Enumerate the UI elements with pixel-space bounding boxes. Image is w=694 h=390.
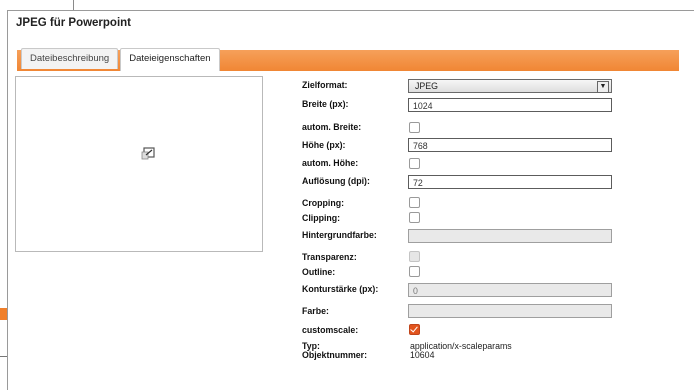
autom-hoehe-checkbox[interactable] bbox=[409, 158, 420, 169]
label-farbe: Farbe: bbox=[302, 306, 329, 316]
label-zielformat: Zielformat: bbox=[302, 80, 348, 90]
label-autom-hoehe: autom. Höhe: bbox=[302, 158, 359, 168]
tab-dateieigenschaften[interactable]: Dateieigenschaften bbox=[120, 48, 220, 72]
label-konturstaerke: Konturstärke (px): bbox=[302, 284, 379, 294]
tab-dateibeschreibung[interactable]: Dateibeschreibung bbox=[21, 48, 119, 69]
aufloesung-input[interactable]: 72 bbox=[408, 175, 612, 189]
farbe-input[interactable] bbox=[408, 304, 612, 318]
label-clipping: Clipping: bbox=[302, 213, 341, 223]
chevron-down-icon[interactable]: ▼ bbox=[597, 81, 609, 93]
label-breite: Breite (px): bbox=[302, 99, 349, 109]
background-area bbox=[0, 0, 694, 8]
label-hintergrundfarbe: Hintergrundfarbe: bbox=[302, 230, 377, 240]
image-icon bbox=[141, 147, 155, 160]
label-aufloesung: Auflösung (dpi): bbox=[302, 176, 370, 186]
objektnummer-value: 10604 bbox=[410, 350, 435, 360]
label-cropping: Cropping: bbox=[302, 198, 345, 208]
transparenz-checkbox[interactable] bbox=[409, 251, 420, 262]
outline-checkbox[interactable] bbox=[409, 266, 420, 277]
konturstaerke-input[interactable]: 0 bbox=[408, 283, 612, 297]
customscale-checkbox[interactable] bbox=[409, 324, 420, 335]
label-customscale: customscale: bbox=[302, 325, 359, 335]
zielformat-select[interactable]: JPEG ▼ bbox=[408, 79, 612, 93]
label-transparenz: Transparenz: bbox=[302, 252, 357, 262]
dialog-title: JPEG für Powerpoint bbox=[16, 17, 132, 29]
label-objektnummer: Objektnummer: bbox=[302, 350, 368, 360]
autom-breite-checkbox[interactable] bbox=[409, 122, 420, 133]
zielformat-value: JPEG bbox=[415, 81, 438, 91]
image-preview bbox=[15, 76, 263, 252]
hintergrundfarbe-input[interactable] bbox=[408, 229, 612, 243]
hoehe-input[interactable]: 768 bbox=[408, 138, 612, 152]
breite-input[interactable]: 1024 bbox=[408, 98, 612, 112]
label-autom-breite: autom. Breite: bbox=[302, 122, 362, 132]
tab-strip: Dateibeschreibung Dateieigenschaften bbox=[21, 48, 222, 72]
cropping-checkbox[interactable] bbox=[409, 197, 420, 208]
clipping-checkbox[interactable] bbox=[409, 212, 420, 223]
label-outline: Outline: bbox=[302, 267, 336, 277]
label-hoehe: Höhe (px): bbox=[302, 140, 346, 150]
